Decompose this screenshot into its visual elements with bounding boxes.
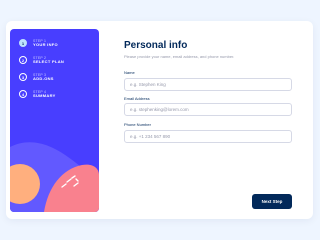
step-your-info[interactable]: 1 STEP 1 YOUR INFO [19, 36, 58, 50]
page-subtitle: Please provide your name, email address,… [124, 54, 235, 59]
name-label: Name [124, 70, 135, 75]
steps-sidebar: 1 STEP 1 YOUR INFO 2 STEP 2 SELECT PLAN … [10, 29, 99, 212]
step-title: ADD-ONS [33, 75, 54, 81]
step-title: YOUR INFO [33, 41, 58, 47]
email-label: Email Address [124, 96, 150, 101]
step-title: SUMMARY [33, 92, 56, 98]
step-select-plan[interactable]: 2 STEP 2 SELECT PLAN [19, 53, 64, 67]
personal-info-form: Personal info Please provide your name, … [124, 40, 292, 59]
next-step-button[interactable]: Next Step [252, 194, 292, 209]
email-input[interactable] [124, 103, 292, 116]
step-number: 2 [19, 56, 27, 64]
name-input[interactable] [124, 78, 292, 91]
phone-input[interactable] [124, 130, 292, 143]
step-title: SELECT PLAN [33, 58, 65, 64]
phone-label: Phone Number [124, 122, 151, 127]
step-number: 3 [19, 73, 27, 81]
step-number: 4 [19, 90, 27, 98]
page-title: Personal info [124, 40, 188, 51]
step-summary[interactable]: 4 STEP 4 SUMMARY [19, 87, 56, 101]
step-add-ons[interactable]: 3 STEP 3 ADD-ONS [19, 70, 54, 84]
step-number: 1 [19, 39, 27, 47]
